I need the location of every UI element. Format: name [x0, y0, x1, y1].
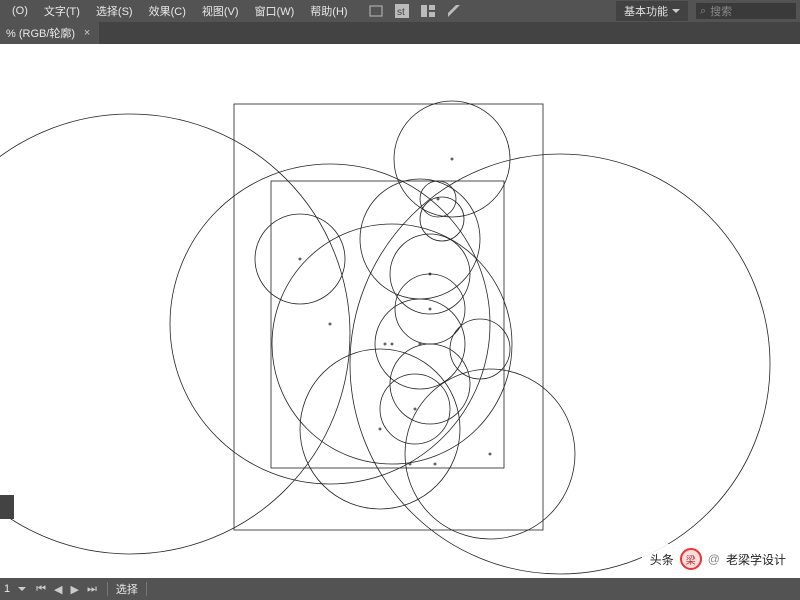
at-symbol: @ — [708, 552, 720, 566]
avatar: 梁 — [680, 548, 702, 570]
menu-select[interactable]: 选择(S) — [88, 0, 141, 22]
search-icon: ⌕ — [700, 5, 706, 18]
artboard-page: 1 — [4, 583, 10, 595]
watermark-name: 老梁学设计 — [726, 551, 786, 568]
document-tab-label: % (RGB/轮廓) — [6, 25, 75, 41]
workspace-switcher[interactable]: 基本功能 — [616, 1, 688, 21]
menu-bar: (O) 文字(T) 选择(S) 效果(C) 视图(V) 窗口(W) 帮助(H) … — [0, 0, 800, 22]
last-page-icon[interactable]: ⏭ — [85, 583, 99, 596]
chevron-down-icon[interactable] — [18, 587, 26, 591]
watermark-source: 头条 — [650, 551, 674, 568]
canvas[interactable] — [0, 44, 800, 578]
first-page-icon[interactable]: ⏮ — [34, 583, 48, 596]
current-tool-label: 选择 — [116, 581, 138, 597]
menu-help[interactable]: 帮助(H) — [302, 0, 355, 22]
svg-text:st: st — [397, 7, 405, 18]
artwork-outline — [0, 44, 800, 578]
tool-panel-edge — [0, 495, 14, 519]
prev-page-icon[interactable]: ◀ — [52, 583, 64, 596]
close-icon[interactable]: × — [81, 27, 93, 39]
document-tab[interactable]: % (RGB/轮廓) × — [0, 22, 99, 44]
menu-type[interactable]: 文字(T) — [36, 0, 88, 22]
search-placeholder: 搜索 — [710, 3, 732, 19]
arrange-icon[interactable] — [420, 3, 436, 19]
menu-effect[interactable]: 效果(C) — [141, 0, 194, 22]
quill-icon[interactable] — [446, 3, 462, 19]
next-page-icon[interactable]: ▶ — [69, 583, 81, 596]
stock-icon[interactable]: st — [394, 3, 410, 19]
menu-window[interactable]: 窗口(W) — [247, 0, 303, 22]
bridge-icon[interactable] — [368, 3, 384, 19]
status-bar: 1 ⏮ ◀ ▶ ⏭ 选择 — [0, 578, 800, 600]
menu-view[interactable]: 视图(V) — [194, 0, 247, 22]
chevron-down-icon — [672, 9, 680, 13]
search-input[interactable]: ⌕ 搜索 — [696, 3, 796, 19]
menu-object[interactable]: (O) — [4, 0, 36, 22]
watermark: 头条 梁 @ 老梁学设计 — [642, 544, 794, 574]
document-tab-bar: % (RGB/轮廓) × — [0, 22, 800, 44]
workspace-label: 基本功能 — [624, 3, 668, 19]
menu-icon-group: st — [368, 3, 462, 19]
